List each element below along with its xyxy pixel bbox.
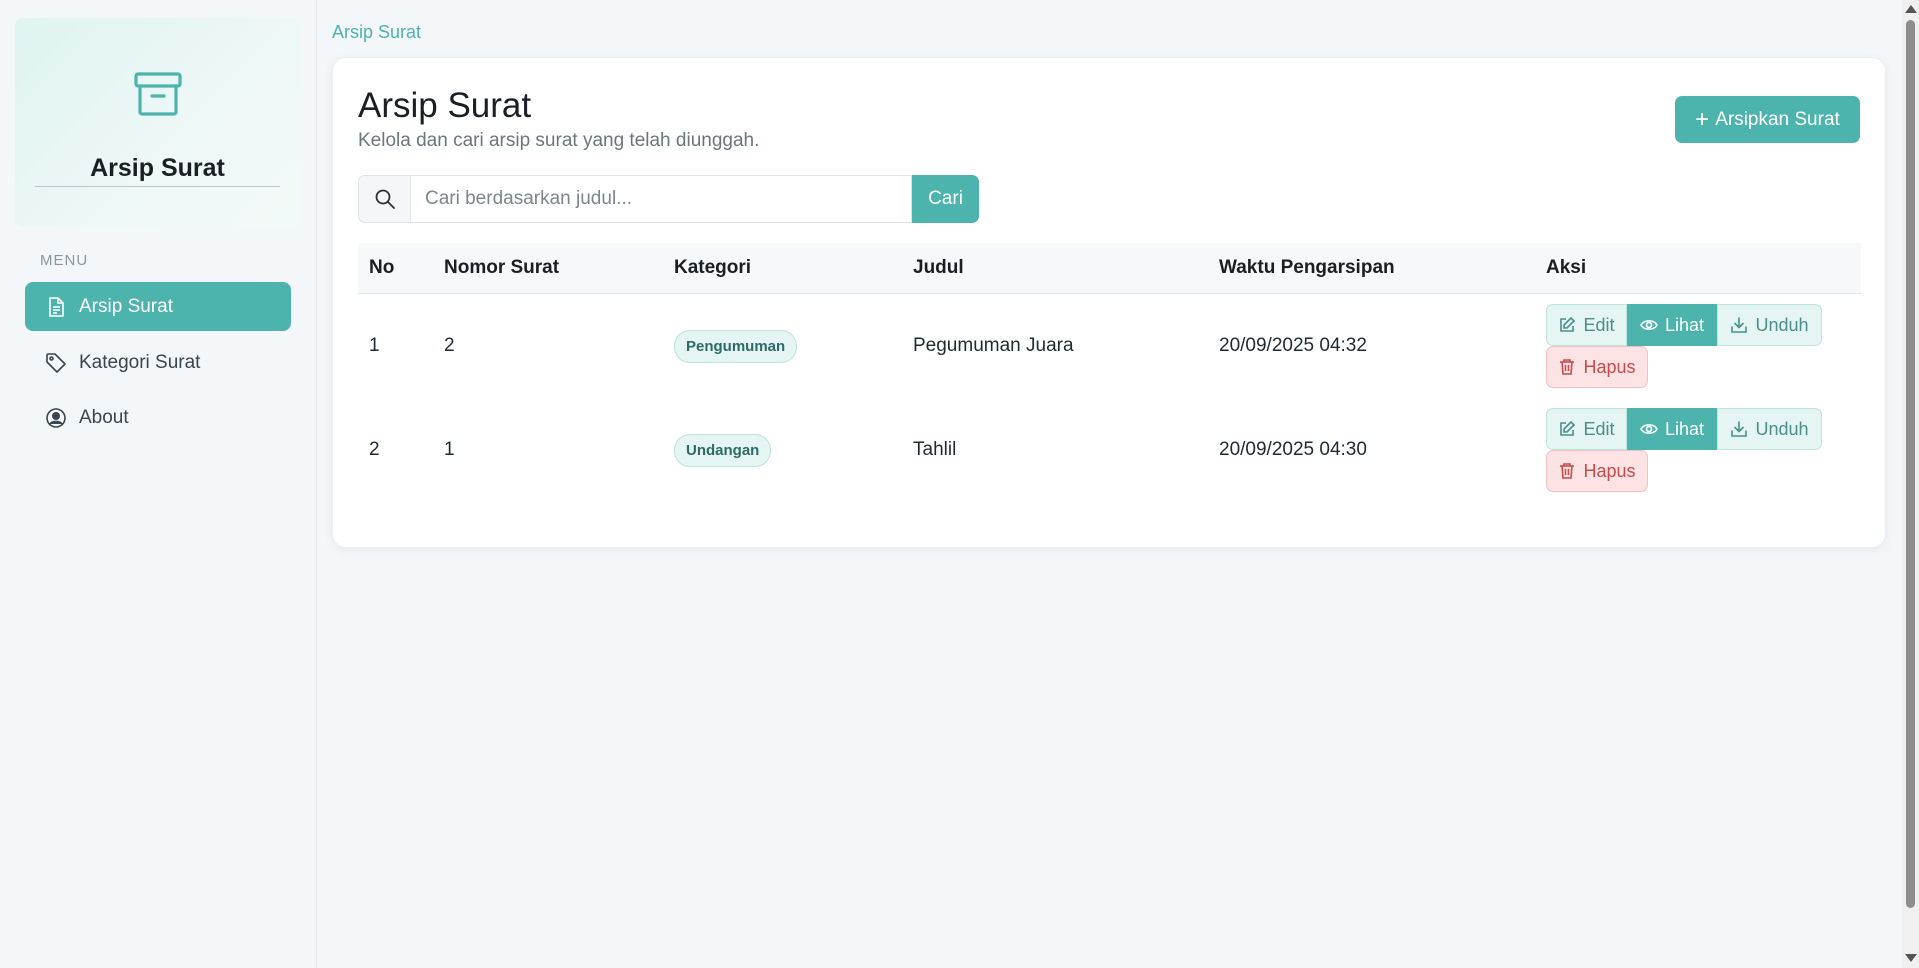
header-judul: Judul	[913, 257, 964, 278]
sidebar-item-label: Arsip Surat	[79, 295, 173, 317]
scroll-down-arrow-icon[interactable]	[1905, 954, 1917, 962]
cell-judul: Pegumuman Juara	[913, 335, 1074, 356]
archive-box-icon	[134, 72, 182, 116]
breadcrumb[interactable]: Arsip Surat	[332, 22, 421, 43]
brand-title: Arsip Surat	[90, 154, 225, 182]
lihat-label: Lihat	[1664, 314, 1705, 335]
sidebar-item-about[interactable]: About	[25, 393, 291, 442]
brand-panel: Arsip Surat	[15, 18, 300, 227]
table-row: 2 1 Undangan Tahlil 20/09/2025 04:30 Edi…	[358, 398, 1861, 502]
edit-icon	[1558, 420, 1576, 438]
header-nomor-surat: Nomor Surat	[444, 257, 560, 278]
eye-icon	[1640, 420, 1658, 438]
unduh-label: Unduh	[1755, 314, 1809, 335]
lihat-button[interactable]: Lihat	[1627, 408, 1717, 450]
category-badge: Undangan	[674, 433, 772, 467]
unduh-button[interactable]: Unduh	[1717, 408, 1822, 450]
search-input[interactable]	[410, 175, 912, 223]
archive-table: No Nomor Surat Kategori Judul Waktu Peng…	[358, 243, 1861, 502]
page-subtitle: Kelola dan cari arsip surat yang telah d…	[358, 130, 760, 151]
unduh-label: Unduh	[1755, 418, 1809, 439]
cell-kategori: Undangan	[674, 398, 772, 502]
cell-kategori: Pengumuman	[674, 294, 798, 398]
row-actions: Edit Lihat Unduh Hapus	[1546, 408, 1846, 492]
main-card: Arsip Surat Kelola dan cari arsip surat …	[332, 57, 1886, 548]
action-button-group: Edit Lihat Unduh	[1546, 408, 1846, 450]
sidebar: Arsip Surat MENU Arsip Surat Kategori Su…	[0, 0, 317, 968]
sidebar-item-kategori-surat[interactable]: Kategori Surat	[25, 338, 291, 387]
category-badge: Pengumuman	[674, 329, 798, 363]
sidebar-item-arsip-surat[interactable]: Arsip Surat	[25, 282, 291, 331]
vertical-scrollbar[interactable]	[1902, 0, 1919, 968]
search-bar: Cari	[358, 175, 979, 223]
edit-label: Edit	[1583, 314, 1615, 335]
hapus-label: Hapus	[1583, 460, 1636, 481]
sidebar-item-label: Kategori Surat	[79, 351, 201, 373]
cell-nomor: 1	[444, 439, 455, 460]
lihat-label: Lihat	[1664, 418, 1705, 439]
hapus-button[interactable]: Hapus	[1546, 450, 1648, 492]
search-icon-box	[358, 175, 410, 223]
table-header: No Nomor Surat Kategori Judul Waktu Peng…	[358, 243, 1861, 294]
lihat-button[interactable]: Lihat	[1627, 304, 1717, 346]
plus-icon: +	[1695, 105, 1710, 133]
arsipkan-surat-label: Arsipkan Surat	[1715, 108, 1840, 130]
cell-waktu: 20/09/2025 04:30	[1219, 439, 1367, 460]
arsipkan-surat-button[interactable]: + Arsipkan Surat	[1675, 96, 1860, 143]
edit-icon	[1558, 316, 1576, 334]
header-kategori: Kategori	[674, 257, 752, 278]
trash-icon	[1558, 358, 1576, 376]
scroll-up-arrow-icon[interactable]	[1905, 5, 1917, 13]
search-icon	[375, 189, 395, 209]
hapus-label: Hapus	[1583, 356, 1636, 377]
unduh-button[interactable]: Unduh	[1717, 304, 1822, 346]
action-button-group: Edit Lihat Unduh	[1546, 304, 1846, 346]
header-aksi: Aksi	[1546, 257, 1587, 278]
edit-button[interactable]: Edit	[1546, 304, 1627, 346]
cell-no: 2	[369, 439, 380, 460]
row-actions: Edit Lihat Unduh Hapus	[1546, 304, 1846, 388]
hapus-button[interactable]: Hapus	[1546, 346, 1648, 388]
cell-judul: Tahlil	[913, 439, 957, 460]
edit-label: Edit	[1583, 418, 1615, 439]
table-row: 1 2 Pengumuman Pegumuman Juara 20/09/202…	[358, 294, 1861, 398]
cell-no: 1	[369, 335, 380, 356]
edit-button[interactable]: Edit	[1546, 408, 1627, 450]
tag-icon	[45, 352, 67, 374]
scrollbar-thumb[interactable]	[1906, 20, 1915, 908]
menu-label: MENU	[40, 252, 89, 269]
cell-waktu: 20/09/2025 04:32	[1219, 335, 1367, 356]
file-text-icon	[45, 296, 67, 318]
header-no: No	[369, 257, 395, 278]
cell-nomor: 2	[444, 335, 455, 356]
user-circle-icon	[45, 407, 67, 429]
download-icon	[1730, 420, 1748, 438]
search-button[interactable]: Cari	[912, 175, 979, 223]
header-waktu: Waktu Pengarsipan	[1219, 257, 1395, 278]
download-icon	[1730, 316, 1748, 334]
eye-icon	[1640, 316, 1658, 334]
page-title: Arsip Surat	[358, 86, 532, 125]
trash-icon	[1558, 462, 1576, 480]
brand-divider	[35, 186, 280, 187]
sidebar-item-label: About	[79, 406, 129, 428]
